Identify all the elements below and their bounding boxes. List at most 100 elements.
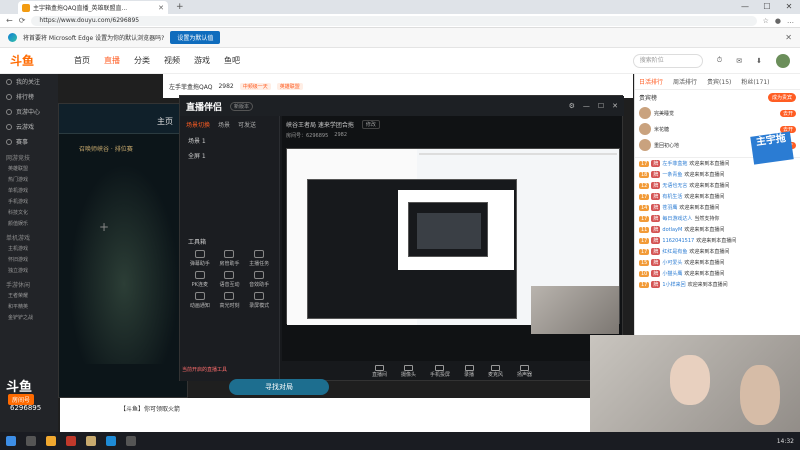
sidebar-subitem[interactable]: 颜值娱乐: [0, 218, 58, 229]
sidebar-item-match[interactable]: 赛事: [0, 134, 58, 149]
control-mobile[interactable]: 手机投屏: [430, 364, 450, 378]
explorer-icon[interactable]: [46, 436, 56, 446]
tool-room-admin[interactable]: 房管助手: [216, 250, 244, 267]
app-icon[interactable]: [126, 436, 136, 446]
sidebar-subitem[interactable]: 王者荣耀: [0, 290, 58, 301]
history-icon[interactable]: ⏱: [717, 56, 722, 65]
new-tab-icon[interactable]: +: [176, 2, 184, 12]
minimize-icon[interactable]: —: [583, 102, 590, 110]
search-input[interactable]: 搜索阶位: [632, 53, 703, 68]
url-input[interactable]: https://www.douyu.com/6296895: [31, 15, 757, 26]
maximize-icon[interactable]: ☐: [756, 0, 778, 14]
control-record[interactable]: 录播: [464, 364, 474, 378]
close-icon[interactable]: ✕: [612, 102, 618, 110]
game-client-window[interactable]: 主页 召唤师峡谷 · 排位赛 +: [58, 103, 189, 398]
tab-scene-switch[interactable]: 场景切换: [186, 120, 210, 129]
become-vip-button[interactable]: 成为贵宾: [767, 93, 796, 102]
chat-username[interactable]: 无语也无言: [662, 182, 687, 189]
chat-username[interactable]: 红红是有鱼: [662, 248, 687, 255]
tab-scene[interactable]: 场景: [218, 120, 230, 129]
nav-live[interactable]: 直播: [104, 55, 120, 66]
search-icon[interactable]: [26, 436, 36, 446]
chat-username[interactable]: 左手菲盒拖: [662, 160, 687, 167]
tool-highlight[interactable]: 高光时刻: [216, 292, 244, 309]
scene-item[interactable]: 场景 1: [180, 133, 279, 148]
game-home-tab[interactable]: 主页: [157, 116, 173, 127]
tab-sendable[interactable]: 可发送: [238, 120, 256, 129]
set-default-button[interactable]: 设置为默认值: [170, 31, 221, 44]
tab-daily-rank[interactable]: 日活排行: [639, 77, 663, 86]
minimize-icon[interactable]: —: [734, 0, 756, 14]
sidebar-subitem[interactable]: 主机游戏: [0, 243, 58, 254]
vip-badge[interactable]: 去开: [779, 109, 796, 117]
douyu-app-icon[interactable]: [66, 436, 76, 446]
chat-username[interactable]: 每日游戏达人: [662, 215, 692, 222]
nav-game[interactable]: 游戏: [194, 55, 210, 66]
control-mic[interactable]: 麦克风: [488, 364, 503, 378]
sidebar-item-cloudgame[interactable]: 云游戏: [0, 119, 58, 134]
tool-danmu[interactable]: 弹幕助手: [186, 250, 214, 267]
edge-app-icon[interactable]: [106, 436, 116, 446]
nav-home[interactable]: 首页: [74, 55, 90, 66]
scene-item[interactable]: 全屏 1: [180, 148, 279, 163]
back-icon[interactable]: ←: [6, 16, 13, 25]
tool-voice[interactable]: 语音互动: [216, 271, 244, 288]
add-player-icon[interactable]: +: [99, 220, 109, 234]
start-icon[interactable]: [6, 436, 16, 446]
favorite-icon[interactable]: ☆: [763, 17, 769, 25]
control-speaker[interactable]: 扬声器: [517, 364, 532, 378]
close-window-icon[interactable]: ✕: [778, 0, 800, 14]
maximize-icon[interactable]: ☐: [598, 102, 604, 110]
browser-tab[interactable]: 主宇箱盒拖QAQ直播_英雄联盟直... ✕: [18, 1, 168, 14]
vip-rank-item[interactable]: 完美睡觉 去开: [635, 105, 800, 121]
chat-username[interactable]: 小猫头鹰: [662, 270, 682, 277]
close-tab-icon[interactable]: ✕: [158, 4, 164, 12]
lol-app-icon[interactable]: [86, 436, 96, 446]
settings-icon[interactable]: ⚙: [569, 102, 575, 110]
nav-category[interactable]: 分类: [134, 55, 150, 66]
sidebar-subitem[interactable]: 手机游戏: [0, 196, 58, 207]
chat-username[interactable]: 苍羽鹰: [662, 204, 677, 211]
sidebar-item-rank[interactable]: 排行榜: [0, 89, 58, 104]
sidebar-subitem[interactable]: 怀旧游戏: [0, 254, 58, 265]
edit-title-button[interactable]: 修改: [361, 120, 380, 129]
douyu-logo[interactable]: 斗鱼: [10, 52, 60, 69]
tab-fans[interactable]: 粉丝(171): [741, 77, 769, 86]
tool-record[interactable]: 录屏模式: [245, 292, 273, 309]
control-camera[interactable]: 摄像头: [401, 364, 416, 378]
sidebar-subitem[interactable]: 单机游戏: [0, 185, 58, 196]
tab-weekly-rank[interactable]: 周活排行: [673, 77, 697, 86]
tool-sound[interactable]: 音效助手: [245, 271, 273, 288]
sidebar-subitem[interactable]: 科技文化: [0, 207, 58, 218]
find-match-button[interactable]: 寻找对局: [229, 379, 329, 395]
profile-icon[interactable]: ●: [775, 17, 781, 25]
message-icon[interactable]: ✉: [736, 57, 742, 65]
more-icon[interactable]: …: [787, 17, 794, 25]
version-badge[interactable]: 新版本: [230, 101, 254, 111]
chat-username[interactable]: 1小样来回: [662, 281, 685, 288]
tool-tasks[interactable]: 主播任务: [245, 250, 273, 267]
room-tag[interactable]: 中频级一天: [239, 82, 271, 90]
tool-pk[interactable]: PK连麦: [186, 271, 214, 288]
infobar-close-icon[interactable]: ✕: [785, 33, 792, 42]
nav-video[interactable]: 视频: [164, 55, 180, 66]
room-category[interactable]: 英雄联盟: [276, 82, 303, 90]
sidebar-subitem[interactable]: 独立游戏: [0, 265, 58, 276]
sidebar-item-follow[interactable]: 我的关注: [0, 74, 58, 89]
sidebar-subitem[interactable]: 和平精英: [0, 301, 58, 312]
nav-yuba[interactable]: 鱼吧: [224, 55, 240, 66]
user-avatar[interactable]: [776, 53, 790, 68]
chat-username[interactable]: 一条青鱼: [662, 171, 682, 178]
chat-username[interactable]: dotlayM: [662, 227, 682, 233]
tool-notice[interactable]: 动画通知: [186, 292, 214, 309]
tab-vip[interactable]: 贵宾(15): [707, 77, 731, 86]
sidebar-subitem[interactable]: 英雄联盟: [0, 163, 58, 174]
refresh-icon[interactable]: ⟳: [19, 16, 26, 25]
sidebar-item-webgame[interactable]: 页游中心: [0, 104, 58, 119]
chat-username[interactable]: 小可爱头: [662, 259, 682, 266]
control-room[interactable]: 直播间: [372, 364, 387, 378]
sidebar-subitem[interactable]: 热门游戏: [0, 174, 58, 185]
download-icon[interactable]: ⬇: [756, 57, 762, 65]
sidebar-subitem[interactable]: 金铲铲之战: [0, 312, 58, 323]
chat-username[interactable]: 1162041517: [662, 238, 694, 244]
